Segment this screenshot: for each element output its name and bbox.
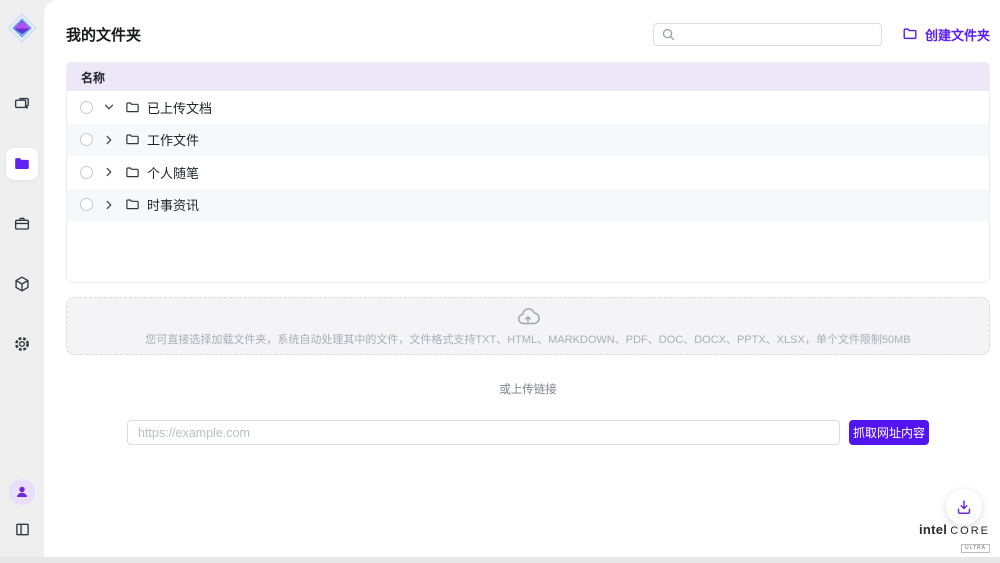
row-checkbox[interactable] xyxy=(80,133,93,146)
download-fab-button[interactable] xyxy=(946,489,982,525)
folder-icon xyxy=(125,165,140,180)
url-input[interactable] xyxy=(127,420,840,445)
chat-icon xyxy=(12,94,32,114)
chevron-right-icon[interactable] xyxy=(102,198,116,212)
sidebar-item-profile[interactable] xyxy=(9,479,35,505)
row-checkbox[interactable] xyxy=(80,198,93,211)
folder-icon xyxy=(125,100,140,115)
topbar: 我的文件夹 创建文件夹 xyxy=(66,0,990,62)
folder-icon xyxy=(12,154,32,174)
fetch-url-button[interactable]: 抓取网址内容 xyxy=(849,420,929,445)
gear-icon xyxy=(12,334,32,354)
folder-name: 个人随笔 xyxy=(147,163,199,182)
chevron-right-icon[interactable] xyxy=(102,133,116,147)
app-logo[interactable] xyxy=(4,10,40,46)
folder-name: 已上传文档 xyxy=(147,98,212,117)
url-upload-row: 抓取网址内容 xyxy=(127,420,929,445)
folder-icon xyxy=(125,132,140,147)
intel-core-ultra-logo: intel core ultra xyxy=(919,523,990,553)
row-checkbox[interactable] xyxy=(80,166,93,179)
diamond-logo-icon xyxy=(5,11,39,45)
search-input[interactable] xyxy=(653,23,882,46)
core-wordmark: core xyxy=(950,526,990,537)
chevron-down-icon[interactable] xyxy=(102,100,116,114)
search-box xyxy=(653,23,882,46)
folder-row[interactable]: 已上传文档 xyxy=(67,91,989,124)
page-title: 我的文件夹 xyxy=(66,24,141,45)
folder-row[interactable]: 时事资讯 xyxy=(67,189,989,222)
create-folder-label: 创建文件夹 xyxy=(925,25,990,44)
or-upload-link-label: 或上传链接 xyxy=(66,381,990,397)
cloud-upload-icon xyxy=(515,305,541,329)
table-header: 名称 xyxy=(67,63,989,91)
chevron-right-icon[interactable] xyxy=(102,165,116,179)
column-header-name: 名称 xyxy=(81,69,105,86)
sidebar-item-settings[interactable] xyxy=(6,328,38,360)
folder-icon xyxy=(125,197,140,212)
folder-row[interactable]: 个人随笔 xyxy=(67,156,989,189)
intel-wordmark: intel xyxy=(919,523,947,536)
upload-hint: 您可直接选择加载文件夹，系统自动处理其中的文件，文件格式支持TXT、HTML、M… xyxy=(145,331,910,347)
folder-icon xyxy=(902,26,918,42)
avatar-icon xyxy=(13,483,31,501)
sidebar-item-chat[interactable] xyxy=(6,88,38,120)
sidebar xyxy=(0,0,44,557)
search-icon xyxy=(661,27,676,42)
panel-layout-icon xyxy=(13,520,32,539)
row-checkbox[interactable] xyxy=(80,101,93,114)
folder-name: 时事资讯 xyxy=(147,195,199,214)
folder-row[interactable]: 工作文件 xyxy=(67,124,989,157)
main-content: 我的文件夹 创建文件夹 xyxy=(44,0,1000,557)
create-folder-button[interactable]: 创建文件夹 xyxy=(902,25,990,44)
folder-name: 工作文件 xyxy=(147,130,199,149)
upload-dropzone[interactable]: 您可直接选择加载文件夹，系统自动处理其中的文件，文件格式支持TXT、HTML、M… xyxy=(66,297,990,355)
download-icon xyxy=(954,497,974,517)
briefcase-icon xyxy=(12,214,32,234)
sidebar-item-models[interactable] xyxy=(6,268,38,300)
sidebar-item-folders[interactable] xyxy=(6,148,38,180)
sidebar-bottom xyxy=(9,479,35,557)
sidebar-nav xyxy=(6,88,38,360)
bottom-edge xyxy=(0,557,1000,563)
cube-icon xyxy=(12,274,32,294)
sidebar-item-toolbox[interactable] xyxy=(6,208,38,240)
folder-table: 名称 已上传文档 工作文件 xyxy=(66,62,990,283)
ultra-badge: ultra xyxy=(961,544,990,553)
sidebar-collapse-button[interactable] xyxy=(10,517,34,541)
